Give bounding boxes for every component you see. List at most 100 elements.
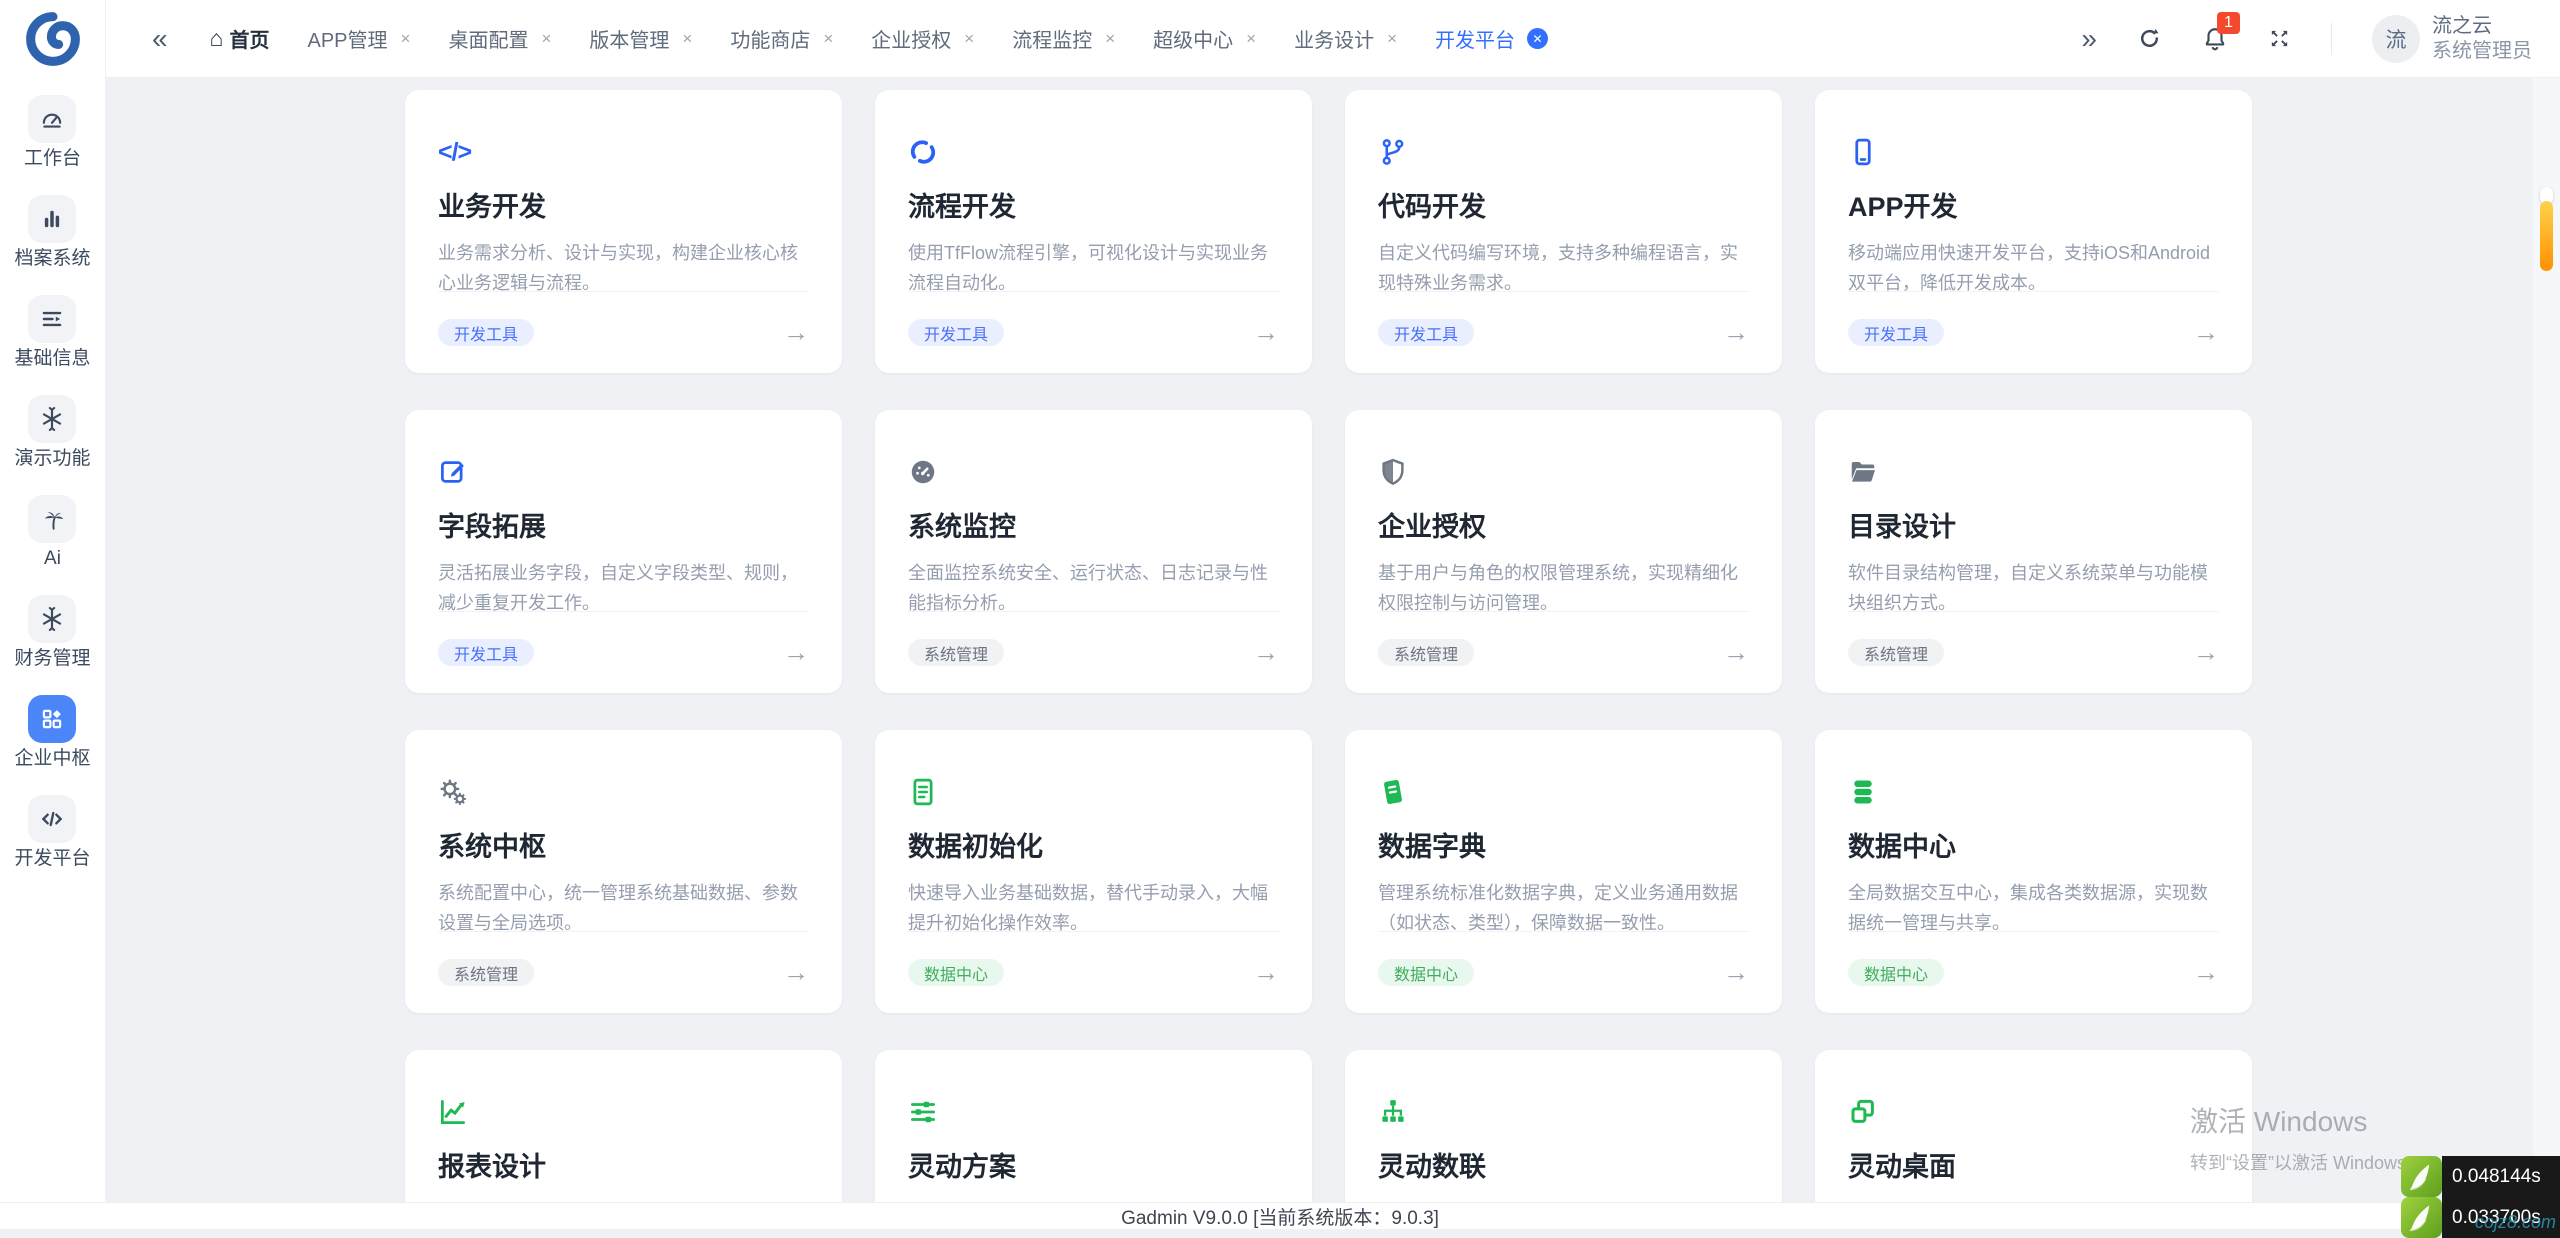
tab-business-design[interactable]: 业务设计 × [1294, 24, 1397, 53]
sidebar-item-demo[interactable]: 演示功能 [14, 395, 91, 469]
arrow-right-icon[interactable]: → [1723, 637, 1749, 668]
close-icon[interactable]: × [682, 29, 692, 49]
card-desc: 基于用户与角色的权限管理系统，实现精细化权限控制与访问管理。 [1378, 563, 1738, 613]
sync-icon [908, 137, 1279, 167]
card-desc: 系统配置中心，统一管理系统基础数据、参数设置与全局选项。 [438, 883, 798, 933]
close-icon[interactable]: ✕ [1527, 28, 1549, 49]
sidebar-item-ai[interactable]: Ai [28, 495, 77, 569]
notification-count-badge: 1 [2217, 11, 2240, 34]
arrow-right-icon[interactable]: → [1723, 317, 1749, 348]
feature-card-grid: </> 业务开发 业务需求分析、设计与实现，构建企业核心核心业务逻辑与流程。 开… [405, 90, 2252, 1229]
tab-home[interactable]: ⌂ 首页 [210, 24, 270, 53]
card-app-dev[interactable]: APP开发 移动端应用快速开发平台，支持iOS和Android双平台，降低开发成… [1815, 90, 2252, 373]
divider [2331, 22, 2332, 55]
collapse-tabs-button[interactable]: « [106, 23, 168, 55]
expand-tabs-button[interactable]: » [2081, 23, 2097, 55]
sidebar-item-archives[interactable]: 档案系统 [14, 195, 91, 269]
card-desc: 业务需求分析、设计与实现，构建企业核心核心业务逻辑与流程。 [438, 243, 798, 293]
scrollbar-thumb[interactable] [2540, 201, 2553, 271]
user-menu[interactable]: 流 流之云 系统管理员 [2372, 14, 2532, 64]
mobile-icon [1848, 137, 2219, 167]
arrow-right-icon[interactable]: → [783, 957, 809, 988]
sidebar: 工作台 档案系统 基础信息 演示功能 Ai 财务管理 企业中枢 开发平台 [0, 0, 106, 1229]
tab-super-center[interactable]: 超级中心 × [1153, 24, 1256, 53]
sidebar-item-label: 档案系统 [14, 248, 91, 269]
card-code-dev[interactable]: 代码开发 自定义代码编写环境，支持多种编程语言，实现特殊业务需求。 开发工具 → [1345, 90, 1782, 373]
card-system-hub[interactable]: 系统中枢 系统配置中心，统一管理系统基础数据、参数设置与全局选项。 系统管理 → [405, 730, 842, 1013]
git-branch-icon [1378, 137, 1749, 167]
card-data-init[interactable]: 数据初始化 快速导入业务基础数据，替代手动录入，大幅提升初始化操作效率。 数据中… [875, 730, 1312, 1013]
card-desc: 自定义代码编写环境，支持多种编程语言，实现特殊业务需求。 [1378, 243, 1738, 293]
chart-line-icon [438, 1097, 809, 1127]
tab-desktop-config[interactable]: 桌面配置 × [448, 24, 551, 53]
tab-dev-platform-active[interactable]: 开发平台 ✕ [1435, 24, 1549, 53]
list-icon [28, 295, 77, 343]
arrow-right-icon[interactable]: → [1253, 317, 1279, 348]
tab-enterprise-auth[interactable]: 企业授权 × [871, 24, 974, 53]
card-flow-dev[interactable]: 流程开发 使用TfFlow流程引擎，可视化设计与实现业务流程自动化。 开发工具 … [875, 90, 1312, 373]
fullscreen-icon[interactable] [2268, 27, 2291, 50]
tab-feature-store[interactable]: 功能商店 × [730, 24, 833, 53]
sidebar-item-workbench[interactable]: 工作台 [24, 95, 81, 169]
snowflake-icon [28, 595, 77, 643]
snowflake-icon [28, 395, 77, 443]
arrow-right-icon[interactable]: → [2193, 317, 2219, 348]
sidebar-item-dev-platform[interactable]: 开发平台 [14, 795, 91, 869]
topbar-actions: » 1 流 流之云 系统管理员 [2081, 11, 2560, 64]
tab-label: 流程监控 [1012, 30, 1093, 52]
user-name: 流之云 [2432, 14, 2492, 37]
close-icon[interactable]: × [541, 29, 551, 49]
close-icon[interactable]: × [823, 29, 833, 49]
card-data-dictionary[interactable]: 数据字典 管理系统标准化数据字典，定义业务通用数据（如状态、类型），保障数据一致… [1345, 730, 1782, 1013]
card-data-center[interactable]: 数据中心 全局数据交互中心，集成各类数据源，实现数据统一管理与共享。 数据中心 … [1815, 730, 2252, 1013]
category-tag: 开发工具 [438, 319, 535, 346]
category-tag: 数据中心 [1848, 959, 1945, 986]
tab-flow-monitor[interactable]: 流程监控 × [1012, 24, 1115, 53]
arrow-right-icon[interactable]: → [2193, 957, 2219, 988]
sitemap-icon [1378, 1097, 1749, 1127]
arrow-right-icon[interactable]: → [783, 637, 809, 668]
card-footer: 数据中心 → [908, 931, 1279, 1013]
sidebar-item-enterprise-hub[interactable]: 企业中枢 [14, 695, 91, 769]
sidebar-item-basic-info[interactable]: 基础信息 [14, 295, 91, 369]
tab-app-manage[interactable]: APP管理 × [307, 24, 410, 53]
tab-version-manage[interactable]: 版本管理 × [589, 24, 692, 53]
leaf-icon [2401, 1156, 2442, 1197]
close-icon[interactable]: × [401, 29, 411, 49]
card-footer: 系统管理 → [1378, 611, 1749, 693]
arrow-right-icon[interactable]: → [1253, 957, 1279, 988]
file-icon [908, 777, 1279, 807]
close-icon[interactable]: × [964, 29, 974, 49]
refresh-icon[interactable] [2137, 26, 2162, 51]
card-footer: 系统管理 → [908, 611, 1279, 693]
sidebar-item-label: 基础信息 [14, 348, 91, 369]
close-icon[interactable]: × [1246, 29, 1256, 49]
card-desc: 管理系统标准化数据字典，定义业务通用数据（如状态、类型），保障数据一致性。 [1378, 883, 1738, 933]
arrow-right-icon[interactable]: → [2193, 637, 2219, 668]
sidebar-item-label: 演示功能 [14, 448, 91, 469]
card-title: 系统中枢 [438, 832, 546, 862]
arrow-right-icon[interactable]: → [1723, 957, 1749, 988]
perf-time: 0.033700s [2442, 1197, 2560, 1238]
category-tag: 开发工具 [908, 319, 1005, 346]
card-title: 字段拓展 [438, 512, 546, 542]
card-title: APP开发 [1848, 192, 1958, 222]
tab-label: 开发平台 [1435, 30, 1516, 52]
app-logo[interactable] [24, 10, 82, 68]
avatar[interactable]: 流 [2372, 14, 2420, 63]
notifications-bell-icon[interactable]: 1 [2202, 11, 2240, 52]
arrow-right-icon[interactable]: → [783, 317, 809, 348]
card-enterprise-auth[interactable]: 企业授权 基于用户与角色的权限管理系统，实现精细化权限控制与访问管理。 系统管理… [1345, 410, 1782, 693]
sidebar-item-label: Ai [44, 548, 61, 569]
card-field-extend[interactable]: 字段拓展 灵活拓展业务字段，自定义字段类型、规则，减少重复开发工作。 开发工具 … [405, 410, 842, 693]
database-icon [1848, 777, 2219, 807]
card-system-monitor[interactable]: 系统监控 全面监控系统安全、运行状态、日志记录与性能指标分析。 系统管理 → [875, 410, 1312, 693]
close-icon[interactable]: × [1387, 29, 1397, 49]
close-icon[interactable]: × [1105, 29, 1115, 49]
tab-label: 版本管理 [589, 30, 670, 52]
arrow-right-icon[interactable]: → [1253, 637, 1279, 668]
sidebar-item-finance[interactable]: 财务管理 [14, 595, 91, 669]
card-business-dev[interactable]: </> 业务开发 业务需求分析、设计与实现，构建企业核心核心业务逻辑与流程。 开… [405, 90, 842, 373]
card-directory-design[interactable]: 目录设计 软件目录结构管理，自定义系统菜单与功能模块组织方式。 系统管理 → [1815, 410, 2252, 693]
sidebar-item-label: 开发平台 [14, 848, 91, 869]
